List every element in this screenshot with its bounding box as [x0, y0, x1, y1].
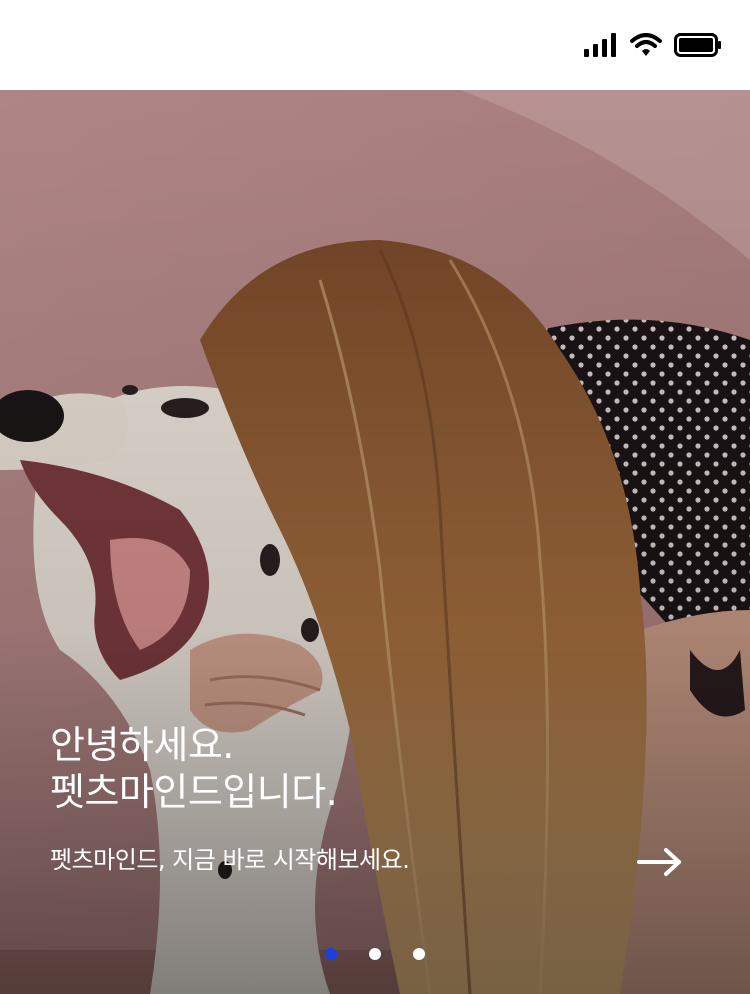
- welcome-title-line-2: 펫츠마인드입니다.: [50, 770, 338, 814]
- welcome-title: 안녕하세요. 펫츠마인드입니다.: [50, 722, 338, 816]
- wifi-icon: [630, 33, 662, 57]
- page-dot-1[interactable]: [325, 948, 337, 960]
- onboarding-screen: 안녕하세요. 펫츠마인드입니다. 펫츠마인드, 지금 바로 시작해보세요.: [0, 0, 750, 994]
- status-bar: [0, 0, 750, 90]
- battery-icon: [674, 33, 722, 57]
- page-dot-2[interactable]: [369, 948, 381, 960]
- status-icons: [584, 30, 722, 60]
- arrow-right-icon: [637, 847, 683, 881]
- signal-bars-icon: [584, 33, 618, 57]
- next-button[interactable]: [632, 842, 688, 886]
- hero-image: 안녕하세요. 펫츠마인드입니다. 펫츠마인드, 지금 바로 시작해보세요.: [0, 90, 750, 994]
- page-indicator: [0, 948, 750, 960]
- welcome-subtitle: 펫츠마인드, 지금 바로 시작해보세요.: [50, 846, 410, 874]
- welcome-title-line-1: 안녕하세요.: [50, 723, 234, 767]
- page-dot-3[interactable]: [413, 948, 425, 960]
